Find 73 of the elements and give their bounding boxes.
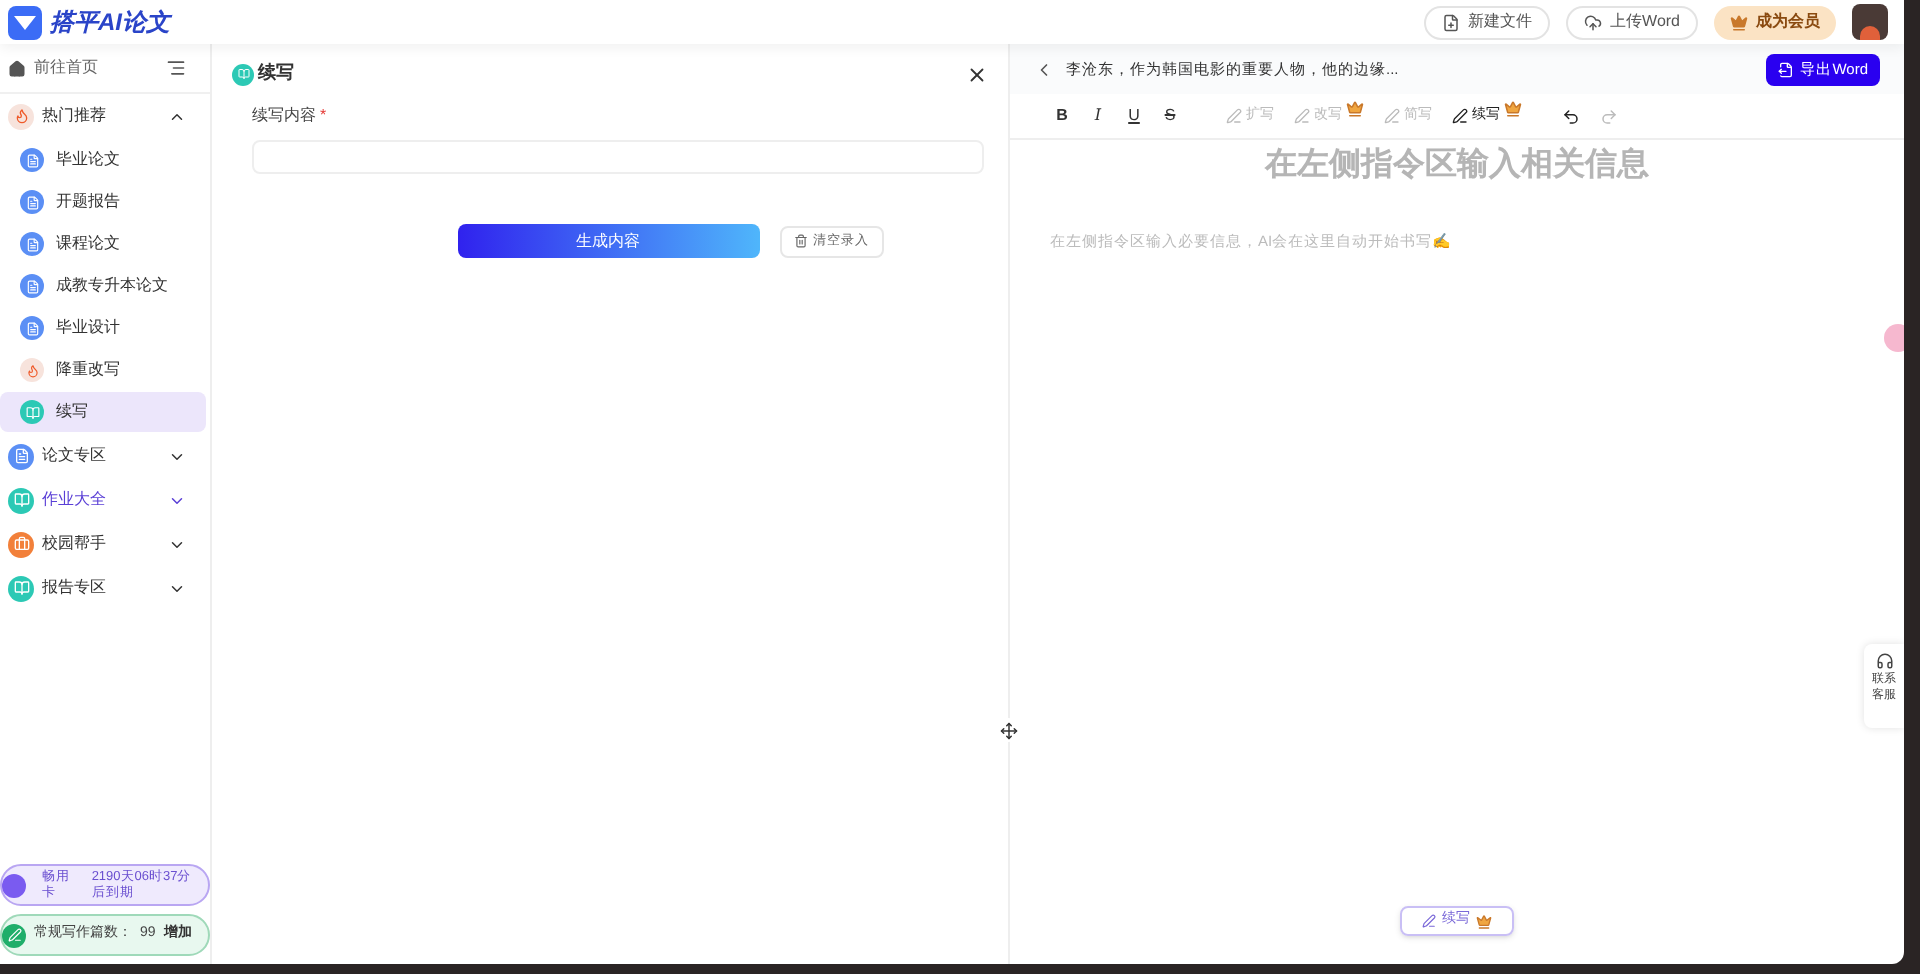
- placeholder-heading: 在左侧指令区输入相关信息: [1265, 144, 1649, 186]
- item-label: 毕业论文: [56, 148, 120, 172]
- book-icon: [232, 63, 254, 85]
- underline-button[interactable]: U: [1126, 104, 1142, 128]
- crown-icon: [1476, 913, 1492, 929]
- document-icon: [20, 274, 44, 298]
- strikethrough-button[interactable]: S: [1162, 104, 1178, 128]
- menu-icon[interactable]: [166, 58, 186, 78]
- logo-icon: [8, 5, 42, 39]
- pen-icon: [1226, 108, 1242, 124]
- sidebar-item[interactable]: 毕业设计: [0, 308, 206, 348]
- sidebar-item[interactable]: 降重改写: [0, 350, 206, 390]
- book-icon: [8, 575, 34, 601]
- crown-icon: [1346, 99, 1364, 117]
- sidebar-group[interactable]: 校园帮手: [0, 522, 210, 566]
- flame-icon: [8, 103, 34, 129]
- logo-text: 搭平AI论文: [50, 6, 170, 40]
- file-icon: [1442, 13, 1461, 31]
- sidebar-item[interactable]: 毕业论文: [0, 140, 206, 180]
- close-icon[interactable]: [966, 63, 988, 85]
- item-label: 开题报告: [56, 190, 120, 214]
- group-label: 报告专区: [42, 576, 106, 600]
- sidebar-group[interactable]: 热门推荐: [0, 94, 210, 138]
- membership-button[interactable]: 成为会员: [1714, 5, 1836, 39]
- item-label: 课程论文: [56, 232, 120, 256]
- header-button[interactable]: 新建文件: [1424, 5, 1551, 39]
- group-label: 校园帮手: [42, 532, 106, 556]
- group-label: 热门推荐: [42, 104, 106, 128]
- headset-icon: [1875, 652, 1893, 670]
- crown-icon: [1730, 13, 1748, 31]
- pen-icon: [1452, 108, 1468, 124]
- book-icon: [8, 487, 34, 513]
- card-icon: [2, 873, 26, 897]
- document-icon: [20, 148, 44, 172]
- panel-title: 续写: [258, 60, 294, 87]
- required-mark: *: [320, 104, 327, 128]
- briefcase-icon: [8, 531, 34, 557]
- sidebar-item[interactable]: 开题报告: [0, 182, 206, 222]
- home-icon: [8, 59, 26, 77]
- trash-icon: [793, 234, 807, 248]
- generate-button[interactable]: 生成内容: [457, 224, 759, 258]
- bold-button[interactable]: B: [1054, 104, 1070, 128]
- italic-button[interactable]: I: [1090, 104, 1106, 128]
- group-label: 论文专区: [42, 444, 106, 468]
- pen-icon: [1294, 108, 1310, 124]
- item-label: 成教专升本论文: [56, 274, 168, 298]
- pen-icon: [1384, 108, 1400, 124]
- item-label: 毕业设计: [56, 316, 120, 340]
- pen-icon: [1422, 914, 1436, 928]
- item-label: 续写: [56, 400, 88, 424]
- document-icon: [20, 316, 44, 340]
- upload-icon: [1584, 13, 1603, 31]
- field-label: 续写内容: [252, 104, 316, 128]
- sidebar-group[interactable]: 报告专区: [0, 566, 210, 610]
- undo-icon[interactable]: [1562, 107, 1580, 125]
- sidebar-item[interactable]: 成教专升本论文: [0, 266, 206, 306]
- avatar[interactable]: [1852, 4, 1888, 40]
- sidebar-item[interactable]: 续写: [0, 392, 206, 432]
- crown-icon: [1504, 99, 1522, 117]
- document-icon: [8, 443, 34, 469]
- item-label: 降重改写: [56, 358, 120, 382]
- sidebar-group[interactable]: 作业大全: [0, 478, 210, 522]
- export-icon: [1778, 61, 1795, 77]
- group-label: 作业大全: [42, 488, 106, 512]
- sidebar-group[interactable]: 论文专区: [0, 434, 210, 478]
- flame-icon: [20, 358, 44, 382]
- book-icon: [20, 400, 44, 424]
- document-icon: [20, 190, 44, 214]
- document-icon: [20, 232, 44, 256]
- header-button[interactable]: 上传Word: [1566, 5, 1698, 39]
- pencil-icon: [2, 923, 26, 947]
- sidebar-item[interactable]: 课程论文: [0, 224, 206, 264]
- home-link[interactable]: 前往首页: [34, 56, 98, 80]
